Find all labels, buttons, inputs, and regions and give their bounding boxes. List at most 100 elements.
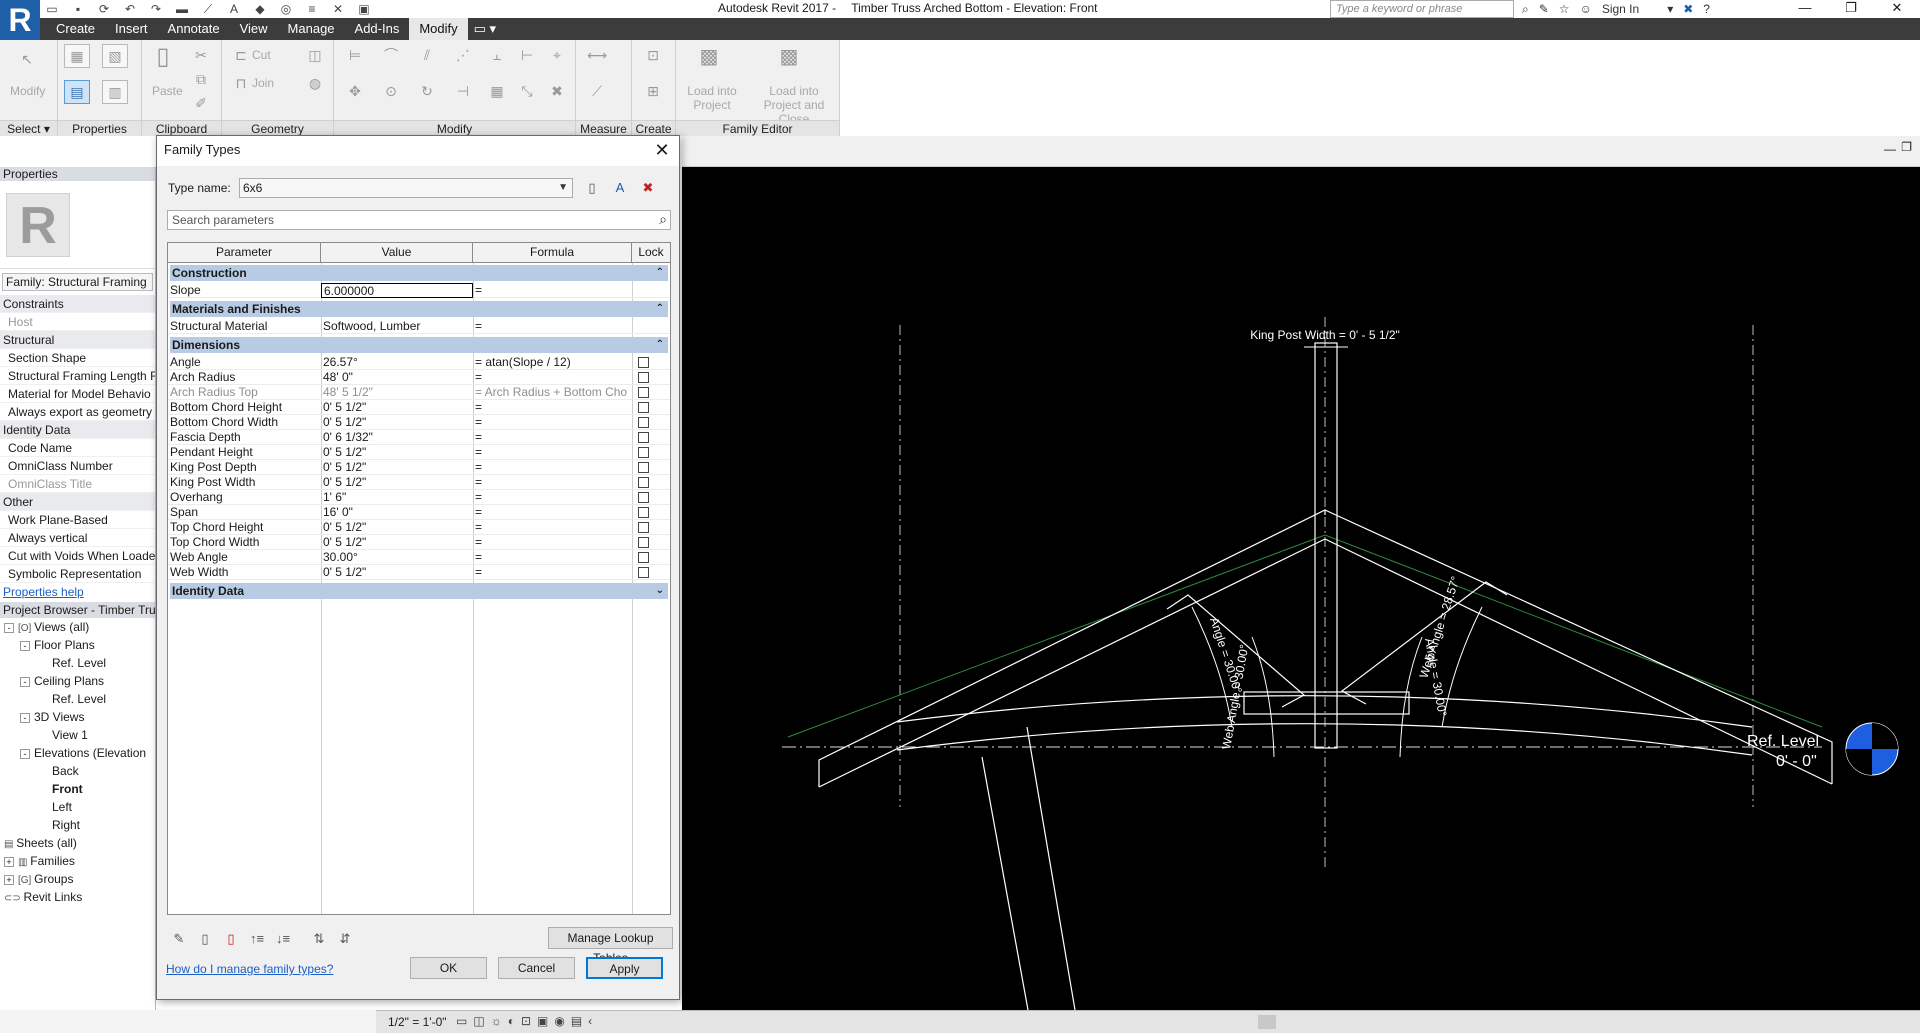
property-row[interactable]: Structural Framing Length R bbox=[0, 367, 155, 385]
section-header[interactable]: Dimensions ⌃ bbox=[170, 337, 668, 353]
browser-item[interactable]: Ref. Level bbox=[0, 654, 155, 672]
browser-item[interactable]: - [O] Views (all) bbox=[0, 618, 155, 636]
redo-icon[interactable]: ↷ bbox=[148, 2, 164, 16]
col-lock[interactable]: Lock bbox=[632, 243, 670, 262]
section-header[interactable]: Identity Data ⌄ bbox=[170, 583, 668, 599]
parameter-row[interactable]: Arch Radius Top 48' 5 1/2" = Arch Radius +… bbox=[168, 385, 670, 400]
parameter-row[interactable]: King Post Width 0' 5 1/2" = bbox=[168, 475, 670, 490]
paste-icon[interactable]: ▯ bbox=[150, 45, 176, 78]
temporary-hide-icon[interactable]: ◉ bbox=[554, 1014, 564, 1028]
parameter-formula[interactable]: = bbox=[473, 283, 632, 297]
properties-help-link[interactable]: Properties help bbox=[0, 583, 155, 601]
parameter-row[interactable]: Fascia Depth 0' 6 1/32" = bbox=[168, 430, 670, 445]
col-value[interactable]: Value bbox=[321, 243, 473, 262]
ref-level-label[interactable]: Ref. Level bbox=[1747, 733, 1819, 750]
split-face-icon[interactable]: ◫ bbox=[302, 44, 328, 68]
browser-item[interactable]: Ref. Level bbox=[0, 690, 155, 708]
browser-item[interactable]: -3D Views bbox=[0, 708, 155, 726]
lock-checkbox[interactable] bbox=[638, 567, 649, 578]
parameter-row[interactable]: Top Chord Width 0' 5 1/2" = bbox=[168, 535, 670, 550]
match-properties-icon[interactable]: ✐ bbox=[188, 92, 214, 116]
properties-icon[interactable]: ▤ bbox=[64, 80, 90, 104]
parameter-formula[interactable]: = bbox=[473, 475, 632, 489]
parameter-formula[interactable]: = bbox=[473, 415, 632, 429]
browser-item[interactable]: Right bbox=[0, 816, 155, 834]
browser-item[interactable]: View 1 bbox=[0, 726, 155, 744]
measure-distance-icon[interactable]: ⟷ bbox=[584, 44, 610, 68]
lock-checkbox[interactable] bbox=[638, 492, 649, 503]
king-post-width-label[interactable]: King Post Width = 0' - 5 1/2" bbox=[1250, 328, 1400, 342]
subscription-icon[interactable]: ✎ bbox=[1539, 2, 1549, 16]
delete-parameter-icon[interactable]: ▯ bbox=[221, 929, 241, 949]
lock-checkbox[interactable] bbox=[638, 537, 649, 548]
collapse-section-icon[interactable]: ⌄ bbox=[656, 583, 664, 599]
browser-item[interactable]: ▤ Sheets (all) bbox=[0, 834, 155, 852]
property-row[interactable]: Symbolic Representation bbox=[0, 565, 155, 583]
copy-element-icon[interactable]: ⊙ bbox=[378, 80, 404, 104]
browser-item[interactable]: + [G] Groups bbox=[0, 870, 155, 888]
parameter-value[interactable]: 6.000000 bbox=[321, 283, 473, 298]
chevron-down-icon[interactable]: ▾ bbox=[1667, 2, 1673, 16]
property-row[interactable]: Work Plane-Based bbox=[0, 511, 155, 529]
property-group[interactable]: Other bbox=[0, 493, 155, 511]
drawing-area[interactable]: King Post Width = 0' - 5 1/2" Angle = 30… bbox=[682, 167, 1920, 1010]
detail-level-icon[interactable]: ▭ bbox=[456, 1014, 467, 1028]
parameter-value[interactable]: 0' 5 1/2" bbox=[321, 565, 473, 579]
show-crop-icon[interactable]: ▣ bbox=[537, 1014, 548, 1028]
view-minimize-icon[interactable]: — bbox=[1884, 142, 1896, 156]
parameter-row[interactable]: Web Angle 30.00° = bbox=[168, 550, 670, 565]
section-header[interactable]: Materials and Finishes ⌃ bbox=[170, 301, 668, 317]
trim-icon[interactable]: ⊢ bbox=[514, 44, 540, 68]
lock-checkbox[interactable] bbox=[638, 402, 649, 413]
modify-cursor-icon[interactable]: ↖ bbox=[14, 48, 40, 72]
text-icon[interactable]: A bbox=[226, 2, 242, 16]
king-post[interactable] bbox=[1314, 342, 1338, 749]
parameter-formula[interactable]: = Arch Radius + Bottom Cho bbox=[473, 385, 632, 399]
property-row[interactable]: Always vertical bbox=[0, 529, 155, 547]
parameter-value[interactable]: 0' 5 1/2" bbox=[321, 520, 473, 534]
browser-item[interactable]: - Elevations (Elevation bbox=[0, 744, 155, 762]
shadows-icon[interactable]: ◐ bbox=[508, 1014, 515, 1028]
create-similar-icon[interactable]: ⊞ bbox=[640, 80, 666, 104]
cut-geometry-label[interactable]: Cut bbox=[252, 48, 271, 62]
parameter-formula[interactable]: = bbox=[473, 550, 632, 564]
property-row[interactable]: Code Name bbox=[0, 439, 155, 457]
thin-lines-icon[interactable]: ≡ bbox=[304, 2, 320, 16]
lock-checkbox[interactable] bbox=[638, 507, 649, 518]
scale-icon[interactable]: ⤡ bbox=[514, 80, 540, 104]
property-row[interactable]: OmniClass Number bbox=[0, 457, 155, 475]
parameter-row[interactable]: Arch Radius 48' 0" = bbox=[168, 370, 670, 385]
parameter-value[interactable]: 0' 5 1/2" bbox=[321, 415, 473, 429]
apply-button[interactable]: Apply bbox=[586, 957, 663, 979]
parameter-formula[interactable]: = bbox=[473, 535, 632, 549]
collapse-icon[interactable]: - bbox=[20, 640, 30, 651]
parameter-value[interactable]: 48' 5 1/2" bbox=[321, 385, 473, 399]
parameter-value[interactable]: Softwood, Lumber bbox=[321, 319, 473, 333]
help-icon[interactable]: ? bbox=[1703, 2, 1710, 16]
measure-icon[interactable]: ⟋ bbox=[200, 2, 216, 17]
sign-in-link[interactable]: Sign In bbox=[1602, 2, 1639, 16]
help-search-input[interactable]: Type a keyword or phrase bbox=[1330, 0, 1514, 18]
type-properties-icon[interactable]: ▥ bbox=[102, 80, 128, 104]
tab-create[interactable]: Create bbox=[46, 18, 105, 40]
restore-icon[interactable]: ❐ bbox=[1828, 0, 1874, 18]
parameter-value[interactable]: 0' 5 1/2" bbox=[321, 400, 473, 414]
minimize-icon[interactable]: — bbox=[1782, 0, 1828, 18]
parameter-row[interactable]: Slope 6.000000 = bbox=[168, 283, 670, 298]
print-icon[interactable]: ▬ bbox=[174, 2, 190, 16]
contextual-tab-toggle[interactable]: ▭ ▾ bbox=[468, 18, 502, 40]
reveal-hidden-icon[interactable]: ▤ bbox=[571, 1014, 582, 1028]
paste-label[interactable]: Paste bbox=[152, 84, 183, 98]
parameter-formula[interactable]: = atan(Slope / 12) bbox=[473, 355, 632, 369]
extension-line-1[interactable] bbox=[981, 756, 1029, 1010]
type-selector[interactable]: Family: Structural Framing bbox=[2, 273, 153, 291]
panel-label-select[interactable]: Select ▾ bbox=[0, 120, 57, 136]
wall-joins-icon[interactable]: ⊓ bbox=[228, 72, 254, 96]
family-types-icon[interactable]: ▦ bbox=[64, 44, 90, 68]
delete-type-icon[interactable]: ✖ bbox=[637, 178, 659, 198]
collapse-icon[interactable]: - bbox=[20, 712, 30, 723]
property-row[interactable]: Section Shape bbox=[0, 349, 155, 367]
tab-modify[interactable]: Modify bbox=[409, 18, 468, 40]
parameter-row[interactable]: Top Chord Height 0' 5 1/2" = bbox=[168, 520, 670, 535]
ref-level-elevation[interactable]: 0' - 0" bbox=[1776, 753, 1817, 770]
